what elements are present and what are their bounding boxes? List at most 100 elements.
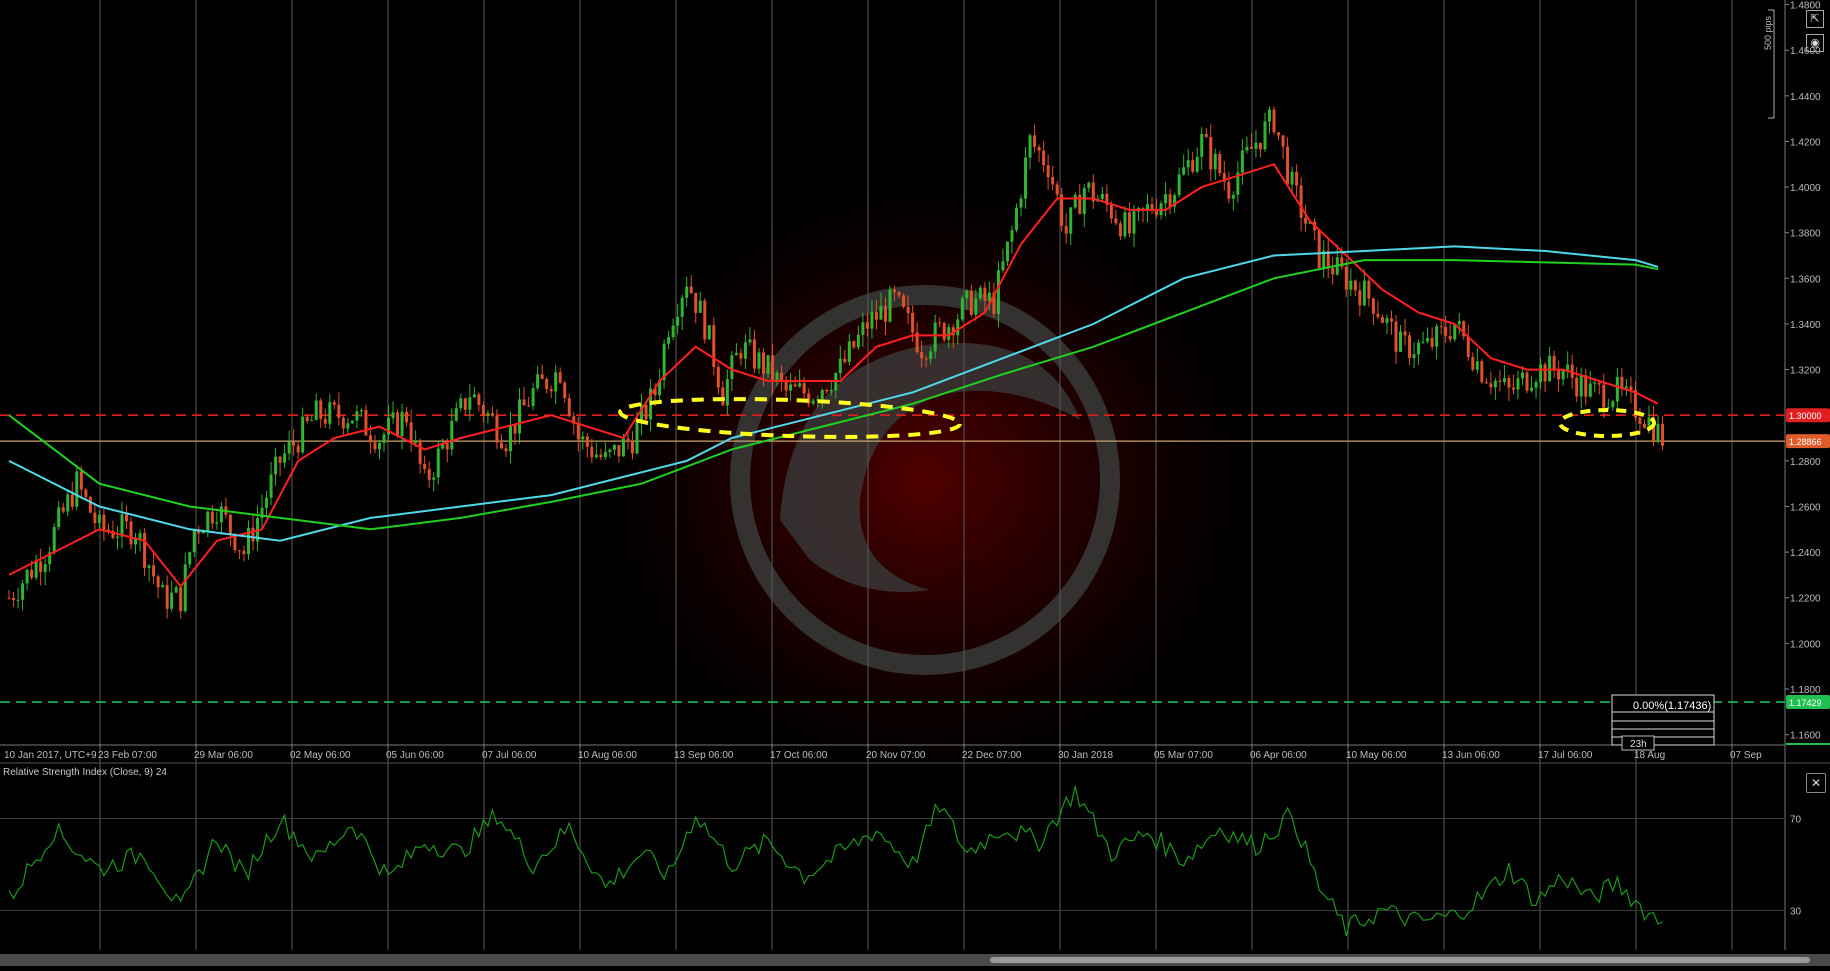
close-icon[interactable]: ✕ xyxy=(1806,773,1826,793)
candle-body xyxy=(93,512,97,523)
candle-body xyxy=(283,453,287,463)
candle-body xyxy=(965,290,969,299)
candle-body xyxy=(820,389,824,400)
candle-body xyxy=(978,287,982,299)
candle-body xyxy=(775,372,779,382)
candle-body xyxy=(377,442,381,450)
candle-body xyxy=(1624,386,1628,389)
candle-body xyxy=(762,352,766,374)
candle-body xyxy=(1471,356,1475,370)
candle-body xyxy=(34,561,38,578)
candle-body xyxy=(486,413,490,416)
candle-body xyxy=(57,507,61,528)
candle-body xyxy=(1602,384,1606,408)
candle-body xyxy=(536,374,540,389)
candle-body xyxy=(1051,177,1055,185)
candle-body xyxy=(1069,207,1073,234)
candle-body xyxy=(219,506,223,523)
candle-body xyxy=(1073,194,1077,208)
y-tick-label: 1.3800 xyxy=(1790,229,1821,240)
y-tick-label: 1.2000 xyxy=(1790,639,1821,650)
candle-body xyxy=(1168,194,1172,207)
candle-body xyxy=(454,408,458,421)
candle-body xyxy=(1344,266,1348,290)
candle-body xyxy=(599,454,603,458)
candle-body xyxy=(766,355,770,374)
candle-body xyxy=(1358,290,1362,306)
candle-body xyxy=(531,388,535,407)
candle-body xyxy=(689,286,693,294)
candle-body xyxy=(1430,338,1434,347)
candle-body xyxy=(39,561,43,573)
pips-scale-label: 500 pips xyxy=(1763,15,1773,50)
candle-body xyxy=(1498,380,1502,382)
candle-body xyxy=(1525,372,1529,391)
candle-body xyxy=(368,435,372,443)
candle-body xyxy=(870,312,874,329)
candle-body xyxy=(725,378,729,406)
candle-body xyxy=(1304,217,1308,224)
candle-body xyxy=(1263,121,1267,150)
candle-body xyxy=(888,289,892,322)
candle-body xyxy=(174,587,178,593)
y-tick-label: 1.4200 xyxy=(1790,137,1821,148)
candle-body xyxy=(1353,280,1357,291)
expand-icon[interactable]: ⇱ xyxy=(1806,10,1824,28)
x-tick-label: 07 Sep xyxy=(1730,750,1762,761)
candle-body xyxy=(409,422,413,444)
candle-body xyxy=(382,434,386,443)
candle-body xyxy=(734,352,738,356)
candle-body xyxy=(75,471,79,507)
candle-body xyxy=(1286,146,1290,185)
candle-body xyxy=(337,404,341,418)
y-tick-label: 1.1600 xyxy=(1790,731,1821,742)
horizontal-scrollbar[interactable] xyxy=(0,954,1830,966)
candle-body xyxy=(974,298,978,315)
candle-body xyxy=(1457,321,1461,325)
candle-body xyxy=(752,339,756,369)
candle-body xyxy=(1218,153,1222,174)
candle-body xyxy=(499,442,503,449)
candle-body xyxy=(1399,331,1403,352)
candle-body xyxy=(1367,280,1371,299)
candle-body xyxy=(1376,313,1380,317)
candle-body xyxy=(463,398,467,410)
candle-body xyxy=(156,576,160,588)
camera-icon[interactable]: ◉ xyxy=(1806,34,1824,52)
candle-body xyxy=(242,550,246,555)
x-tick-label: 02 May 06:00 xyxy=(290,750,351,761)
candle-body xyxy=(1444,326,1448,336)
candle-body xyxy=(527,405,531,407)
candle-body xyxy=(576,423,580,440)
candle-body xyxy=(847,341,851,362)
candle-body xyxy=(152,565,156,577)
candle-body xyxy=(825,389,829,392)
candle-body xyxy=(1240,150,1244,173)
candle-body xyxy=(838,358,842,374)
candle-body xyxy=(960,298,964,320)
candle-body xyxy=(1132,211,1136,234)
chart-stage[interactable]: 1.30000 1.28866 1.17429 1.4800 1.4600 1.4400… xyxy=(0,0,1830,966)
candle-body xyxy=(1182,167,1186,175)
candle-body xyxy=(396,412,400,437)
candle-body xyxy=(1539,364,1543,383)
candle-body xyxy=(1516,378,1520,390)
scrollbar-thumb[interactable] xyxy=(990,957,1810,963)
chart-svg[interactable]: 1.300001.288661.17429 1.48001.46001.4400… xyxy=(0,0,1830,966)
fibonacci-box: 0.00%(1.17436) 23h xyxy=(1611,694,1715,751)
candle-body xyxy=(269,474,273,498)
candle-body xyxy=(346,423,350,429)
candle-body xyxy=(21,583,25,600)
candle-body xyxy=(1331,267,1335,275)
price-level-label: 1.30000 xyxy=(1789,411,1822,421)
candle-body xyxy=(1272,109,1276,133)
candle-body xyxy=(1195,156,1199,172)
candle-body xyxy=(1005,241,1009,262)
candle-body xyxy=(400,411,404,437)
x-tick-label: 17 Oct 06:00 xyxy=(770,750,828,761)
candle-body xyxy=(1209,136,1213,170)
candle-body xyxy=(1611,401,1615,408)
candle-body xyxy=(920,352,924,359)
candle-body xyxy=(341,417,345,429)
candle-body xyxy=(513,424,517,434)
